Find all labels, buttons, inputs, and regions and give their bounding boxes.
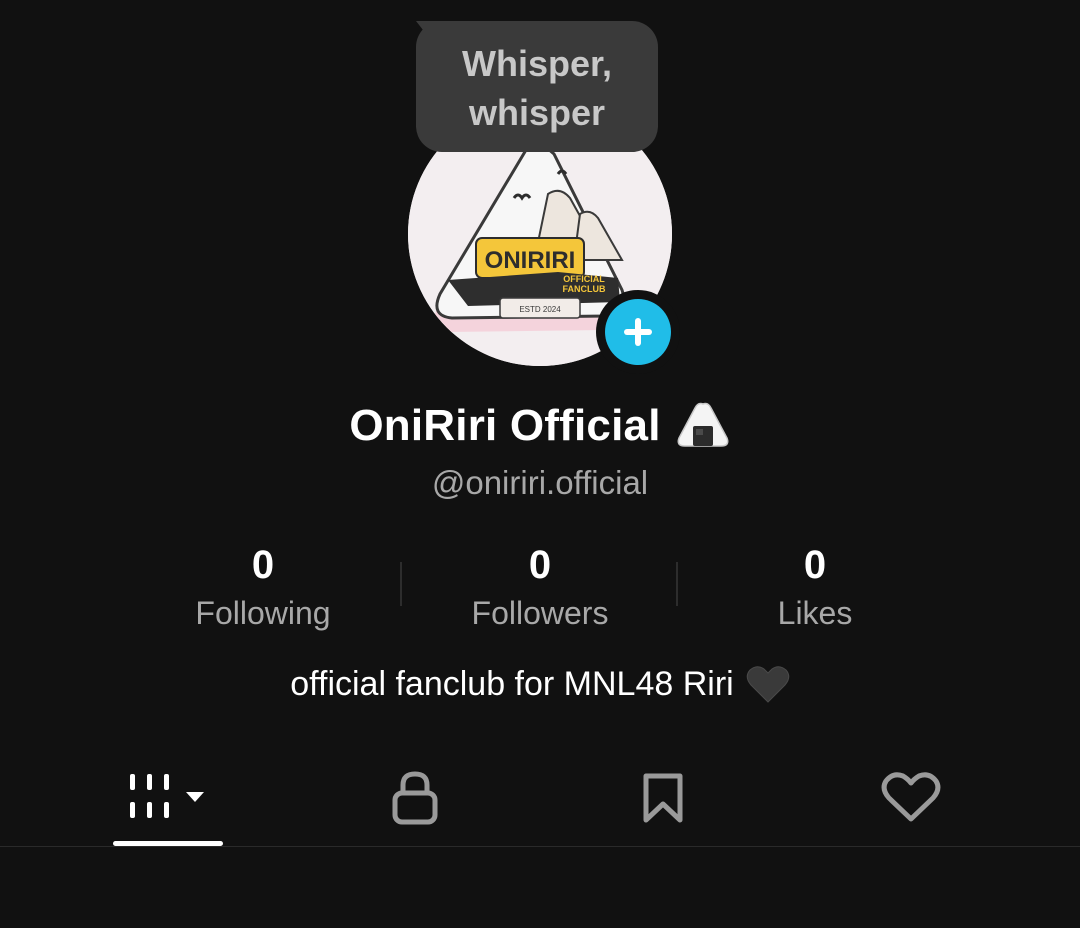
avatar-logo-text: ONIRIRI <box>485 247 576 274</box>
followers-count: 0 <box>528 543 552 587</box>
stat-followers[interactable]: 0 Followers <box>420 540 660 636</box>
likes-label: Likes <box>777 595 853 631</box>
tooltip-tail <box>416 21 450 39</box>
plus-icon <box>624 318 652 346</box>
stat-divider <box>400 562 402 606</box>
add-profile-photo-button[interactable] <box>596 290 680 374</box>
display-name: OniRiri Official <box>349 401 661 450</box>
tab-videos[interactable] <box>113 752 223 844</box>
tabs-divider <box>0 846 1080 847</box>
tooltip-line-1: Whisper, <box>461 43 613 84</box>
stat-divider <box>676 562 678 606</box>
profile-page: ONIRIRI OFFICIAL FANCLUB ESTD 2024 Whisp… <box>0 0 1080 928</box>
avatar-estd: ESTD 2024 <box>519 305 561 314</box>
profile-bio[interactable]: official fanclub for MNL48 Riri <box>0 664 1080 704</box>
whisper-tooltip[interactable]: Whisper, whisper <box>416 21 658 152</box>
bookmark-icon <box>643 773 683 823</box>
avatar-subtext-1: OFFICIAL <box>563 274 605 284</box>
rice-ball-emoji-icon <box>677 402 729 447</box>
stat-following[interactable]: 0 Following <box>143 540 383 636</box>
tooltip-line-2: whisper <box>468 92 606 133</box>
tab-liked[interactable] <box>856 752 966 844</box>
heart-icon <box>881 772 941 822</box>
tab-favorites[interactable] <box>608 752 718 844</box>
likes-count: 0 <box>803 543 827 587</box>
following-count: 0 <box>251 543 275 587</box>
black-heart-icon <box>746 666 789 703</box>
grid-icon <box>130 774 204 818</box>
stat-likes[interactable]: 0 Likes <box>695 540 935 636</box>
avatar-subtext-2: FANCLUB <box>563 284 606 294</box>
following-label: Following <box>195 595 331 631</box>
username-handle[interactable]: @oniriri.official <box>0 464 1080 502</box>
tab-private[interactable] <box>360 752 470 844</box>
bio-text: official fanclub for MNL48 Riri <box>290 664 734 703</box>
followers-label: Followers <box>471 595 609 631</box>
lock-icon <box>392 771 438 825</box>
